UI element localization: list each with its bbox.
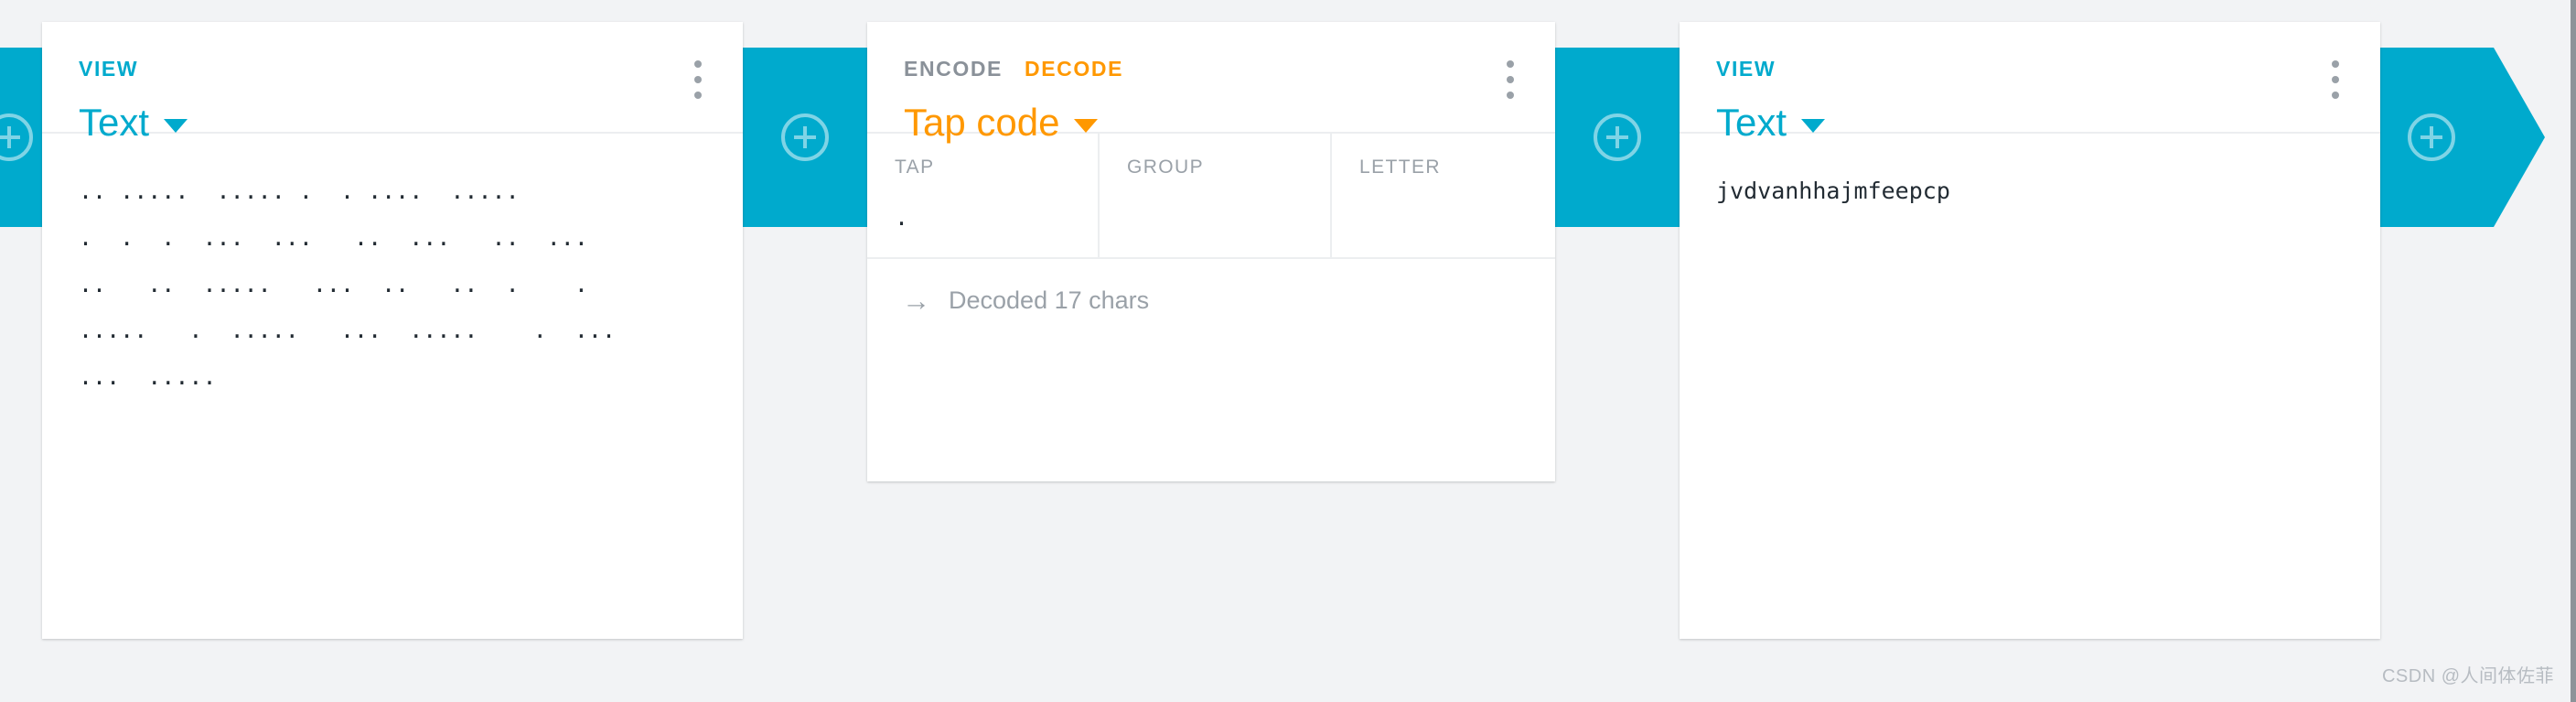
plus-circle-icon[interactable] xyxy=(0,112,35,163)
card-source-view: VIEW Text .. ..... ..... . . .... ..... … xyxy=(42,22,743,639)
setting-tap[interactable]: TAP . xyxy=(867,134,1100,257)
setting-value-group[interactable] xyxy=(1127,206,1303,230)
view-type-selector[interactable]: Text xyxy=(1716,101,1826,144)
card-kicker: VIEW xyxy=(1716,57,1776,81)
setting-value-letter[interactable] xyxy=(1359,206,1528,230)
card-body: .. ..... ..... . . .... ..... . . . ... … xyxy=(42,132,743,639)
card-header: VIEW Text xyxy=(42,22,743,142)
brick-type-selector[interactable]: Tap code xyxy=(904,101,1099,144)
setting-letter[interactable]: LETTER xyxy=(1332,134,1555,257)
watermark: CSDN @人间体佐菲 xyxy=(2381,666,2554,686)
card-kicker: VIEW xyxy=(79,57,139,81)
connector-1[interactable] xyxy=(743,48,867,227)
pipeline-canvas: VIEW Text .. ..... ..... . . .... ..... … xyxy=(0,0,2576,702)
tab-encode[interactable]: ENCODE xyxy=(904,59,1003,80)
encode-decode-tabs: ENCODE DECODE xyxy=(904,59,1515,80)
column-header-tap: TAP xyxy=(895,157,935,178)
kebab-menu-icon[interactable] xyxy=(1497,60,1524,101)
plus-circle-icon[interactable] xyxy=(2406,112,2457,163)
setting-group[interactable]: GROUP xyxy=(1100,134,1332,257)
card-body: jvdvanhhajmfeepcp xyxy=(1680,132,2380,639)
brick-status-text: Decoded 17 chars xyxy=(949,286,1150,314)
card-tap-code-brick: ENCODE DECODE Tap code TAP . GROUP LETTE… xyxy=(867,22,1555,481)
plus-circle-icon[interactable] xyxy=(779,112,831,163)
kebab-menu-icon[interactable] xyxy=(2322,60,2349,101)
right-arrow-icon: → xyxy=(902,285,930,317)
scrollbar-track[interactable] xyxy=(2571,0,2576,702)
card-result-view: VIEW Text jvdvanhhajmfeepcp xyxy=(1680,22,2380,639)
kebab-menu-icon[interactable] xyxy=(684,60,712,101)
view-type-label: Text xyxy=(79,101,150,144)
chevron-down-icon xyxy=(164,118,188,133)
connector-2[interactable] xyxy=(1555,48,1680,227)
pipeline-arrowhead-icon xyxy=(2494,48,2545,227)
column-header-letter: LETTER xyxy=(1359,157,1441,178)
brick-status: → Decoded 17 chars xyxy=(867,259,1555,342)
settings-table: TAP . GROUP LETTER xyxy=(867,134,1555,259)
card-body: TAP . GROUP LETTER → Decoded 17 chars xyxy=(867,132,1555,342)
source-text-content[interactable]: .. ..... ..... . . .... ..... . . . ... … xyxy=(79,168,706,401)
card-header: VIEW Text xyxy=(1680,22,2380,142)
brick-type-label: Tap code xyxy=(904,101,1060,144)
card-header: ENCODE DECODE Tap code xyxy=(867,22,1555,142)
tab-decode[interactable]: DECODE xyxy=(1025,59,1123,80)
column-header-group: GROUP xyxy=(1127,157,1205,178)
view-type-selector[interactable]: Text xyxy=(79,103,188,142)
view-type-label: Text xyxy=(1716,101,1787,144)
setting-value-tap[interactable]: . xyxy=(895,206,1070,230)
plus-circle-icon[interactable] xyxy=(1592,112,1643,163)
chevron-down-icon xyxy=(1074,118,1099,133)
connector-end[interactable] xyxy=(2369,48,2494,227)
chevron-down-icon xyxy=(1801,118,1826,133)
result-text-content[interactable]: jvdvanhhajmfeepcp xyxy=(1716,168,2344,215)
